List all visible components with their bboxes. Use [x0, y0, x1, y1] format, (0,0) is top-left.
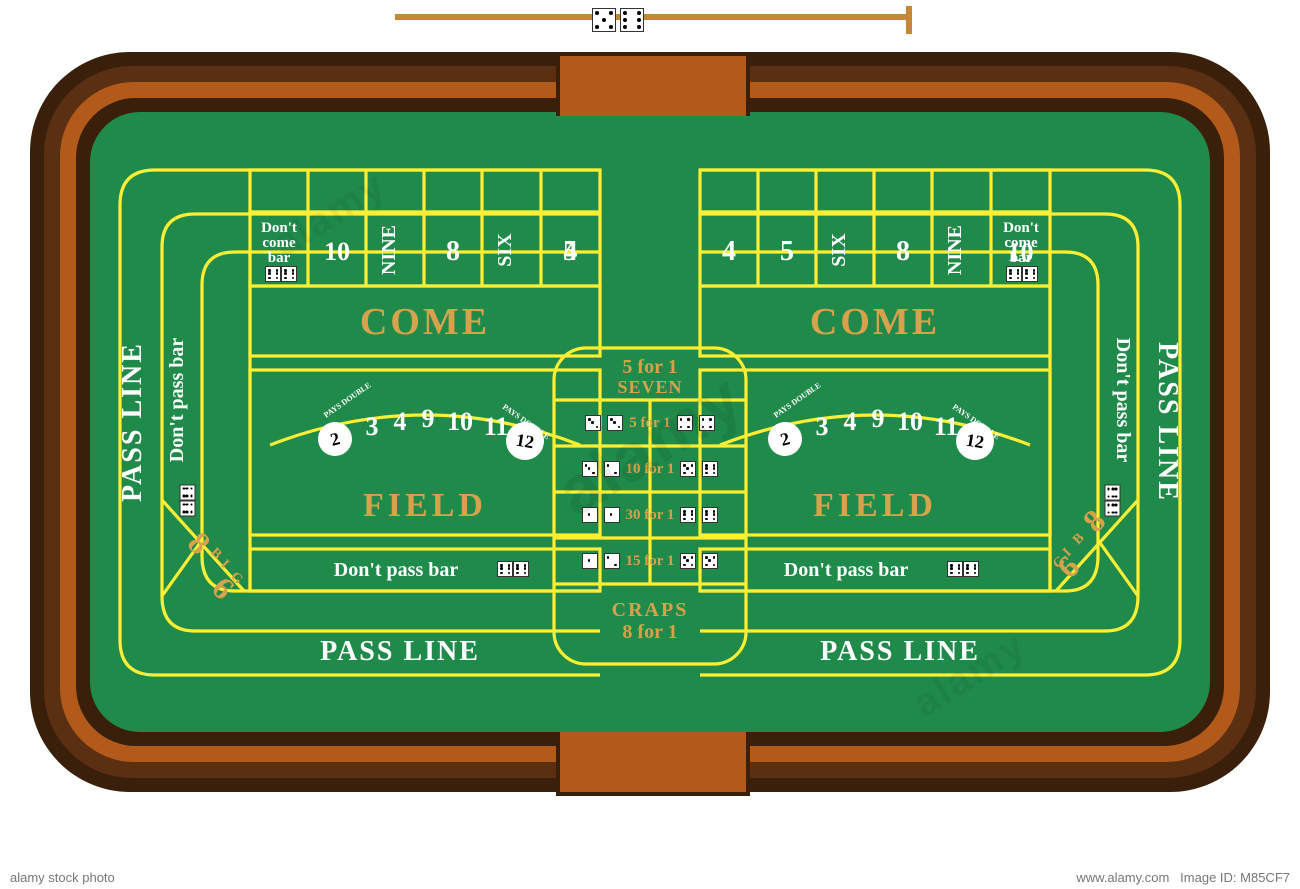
- bar-dice-left-dcb: [265, 266, 297, 287]
- svg-text:10: 10: [324, 237, 350, 266]
- pass-line-right-vertical: PASS LINE: [1152, 342, 1183, 502]
- dont-pass-left-bottom: Don't pass bar: [334, 559, 459, 581]
- svg-text:NINE: NINE: [378, 225, 400, 275]
- svg-text:come: come: [262, 235, 296, 251]
- prop-3-10: 15 for 1: [554, 544, 746, 578]
- dont-pass-right-vertical: Don't pass bar: [1112, 338, 1134, 463]
- svg-text:9: 9: [422, 404, 435, 433]
- svg-text:SIX: SIX: [494, 233, 516, 267]
- svg-text:8 for 1: 8 for 1: [622, 621, 677, 643]
- prop-2-12: 30 for 1: [554, 498, 746, 532]
- svg-text:8: 8: [896, 236, 910, 267]
- point-10-right: 10: [991, 238, 1050, 268]
- bar-dice-right-bot: [947, 561, 979, 582]
- svg-text:8: 8: [446, 236, 460, 267]
- svg-text:3: 3: [366, 412, 379, 441]
- svg-text:B: B: [207, 545, 224, 562]
- svg-text:10: 10: [447, 407, 473, 436]
- svg-text:Don't: Don't: [261, 220, 297, 236]
- come-left: COME: [360, 301, 490, 343]
- svg-text:CRAPS: CRAPS: [612, 599, 689, 621]
- svg-text:11: 11: [484, 412, 509, 441]
- bar-dice-left-vert: [180, 485, 201, 517]
- point-4-left: 4: [541, 236, 600, 268]
- svg-text:SEVEN: SEVEN: [617, 377, 682, 397]
- bar-dice-right-dcb: [1006, 266, 1038, 287]
- dont-pass-right-bottom: Don't pass bar: [784, 559, 909, 581]
- field-left: FIELD: [363, 487, 487, 524]
- svg-text:SIX: SIX: [828, 233, 850, 267]
- field-right: FIELD: [813, 487, 937, 524]
- svg-text:bar: bar: [268, 250, 291, 266]
- dont-pass-left-vertical: Don't pass bar: [166, 338, 188, 463]
- svg-text:Don't: Don't: [1003, 220, 1039, 236]
- footer-left: alamy stock photo: [10, 870, 115, 885]
- svg-text:4: 4: [394, 407, 407, 436]
- svg-text:5: 5: [780, 236, 794, 267]
- footer: alamy stock photo www.alamy.com Image ID…: [0, 870, 1300, 885]
- prop-5-11: 10 for 1: [554, 452, 746, 486]
- bar-dice-right-vert: [1100, 485, 1121, 517]
- pass-line-right-bottom: PASS LINE: [820, 636, 980, 667]
- craps-table-illustration: PASS LINE PASS LINE Don't pass bar Don't…: [0, 0, 1300, 889]
- prop-hard-6-8: 5 for 1: [554, 406, 746, 440]
- betting-layout: PASS LINE PASS LINE Don't pass bar Don't…: [0, 0, 1300, 889]
- svg-text:3: 3: [816, 412, 829, 441]
- svg-text:B: B: [1070, 531, 1087, 548]
- svg-text:11: 11: [934, 412, 959, 441]
- svg-text:4: 4: [844, 407, 857, 436]
- footer-right: www.alamy.com Image ID: M85CF7: [1076, 870, 1290, 885]
- bar-dice-left-bot: [497, 561, 529, 582]
- pass-line-left-vertical: PASS LINE: [117, 342, 148, 502]
- pass-line-left-bottom: PASS LINE: [320, 636, 480, 667]
- svg-text:9: 9: [872, 404, 885, 433]
- svg-text:5 for 1: 5 for 1: [622, 356, 677, 378]
- svg-text:10: 10: [897, 407, 923, 436]
- svg-text:4: 4: [722, 236, 736, 267]
- svg-text:NINE: NINE: [944, 225, 966, 275]
- come-right: COME: [810, 301, 940, 343]
